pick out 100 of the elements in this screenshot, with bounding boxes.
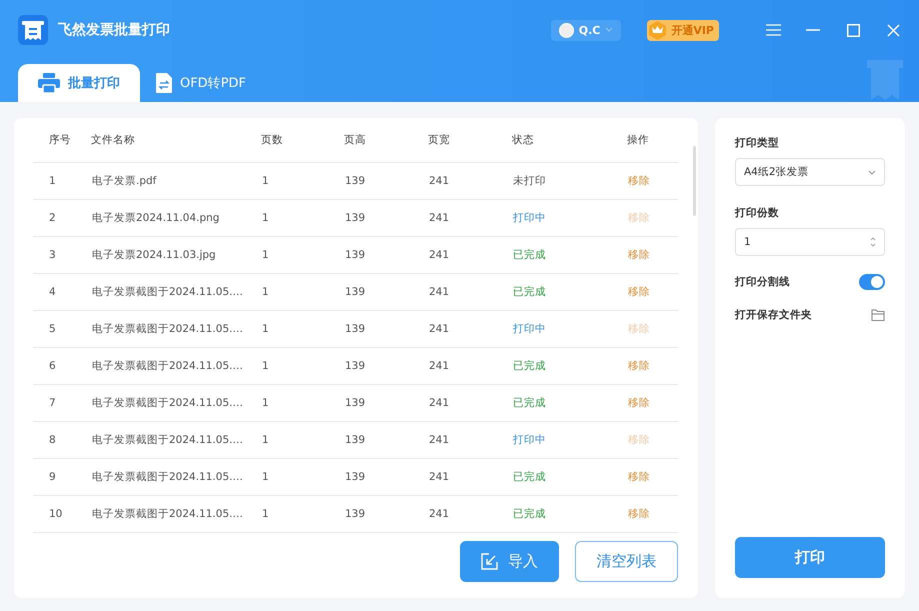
table-cell: 10 <box>49 508 62 520</box>
column-header: 页高 <box>344 118 428 162</box>
file-convert-icon <box>156 73 172 93</box>
copies-input[interactable]: 1 <box>735 228 885 256</box>
table-cell: 139 <box>345 286 366 298</box>
table-cell: 241 <box>429 434 450 446</box>
column-header: 文件名称 <box>91 118 261 162</box>
table-cell: 139 <box>345 212 366 224</box>
vip-button[interactable]: 开通VIP <box>647 20 719 40</box>
table-cell: 1 <box>262 360 269 372</box>
print-type-label: 打印类型 <box>735 136 780 150</box>
remove-link[interactable]: 移除 <box>628 286 650 298</box>
status-text: 打印中 <box>513 434 546 446</box>
user-menu[interactable]: Q.C <box>550 20 622 40</box>
file-name: 电子发票截图于2024.11.05.… <box>92 360 243 372</box>
remove-link[interactable]: 移除 <box>628 174 650 186</box>
table-cell: 241 <box>429 508 450 520</box>
table-cell: 241 <box>429 174 450 186</box>
status-text: 打印中 <box>513 212 546 224</box>
close-button[interactable] <box>885 22 901 38</box>
table-cell: 1 <box>262 434 269 446</box>
table-cell: 139 <box>345 322 366 334</box>
print-type-select[interactable]: A4纸2张发票 <box>735 158 885 186</box>
table-cell: 1 <box>262 174 269 186</box>
close-icon <box>886 24 900 36</box>
import-button[interactable]: 导入 <box>460 540 559 582</box>
tab[interactable]: 批量打印 <box>18 64 140 102</box>
menu-button[interactable] <box>765 22 781 38</box>
status-text: 已完成 <box>513 396 546 408</box>
receipt-watermark-icon <box>865 58 905 102</box>
table-cell: 139 <box>345 470 366 482</box>
table-cell: 1 <box>262 322 269 334</box>
open-folder-label: 打开保存文件夹 <box>735 308 812 322</box>
clear-list-button[interactable]: 清空列表 <box>575 540 678 582</box>
remove-link[interactable]: 移除 <box>628 360 650 372</box>
remove-link[interactable]: 移除 <box>628 470 650 482</box>
table-cell: 1 <box>262 396 269 408</box>
table-cell: 241 <box>429 470 450 482</box>
table-cell: 139 <box>345 508 366 520</box>
table-cell: 1 <box>262 508 269 520</box>
chevron-down-icon <box>868 170 876 174</box>
crown-icon <box>647 20 668 40</box>
table-cell: 241 <box>429 248 450 260</box>
file-name: 电子发票2024.11.03.jpg <box>92 248 216 260</box>
file-name: 电子发票截图于2024.11.05.… <box>92 434 243 446</box>
status-text: 已完成 <box>513 360 546 372</box>
table-cell: 2 <box>49 212 56 224</box>
receipt-logo-icon <box>18 15 48 45</box>
scrollbar[interactable] <box>693 146 696 216</box>
tab[interactable]: OFD转PDF <box>140 64 262 102</box>
status-text: 已完成 <box>513 470 546 482</box>
spinner-icon <box>870 236 876 248</box>
print-button[interactable]: 打印 <box>735 537 885 578</box>
table-cell: 1 <box>262 286 269 298</box>
table-cell: 4 <box>49 286 56 298</box>
table-cell: 1 <box>49 174 56 186</box>
file-name: 电子发票截图于2024.11.05.… <box>92 322 243 334</box>
column-header: 状态 <box>512 118 627 162</box>
table-cell: 3 <box>49 248 56 260</box>
table-cell: 241 <box>429 396 450 408</box>
file-name: 电子发票.pdf <box>92 174 156 186</box>
status-text: 已完成 <box>513 286 546 298</box>
table-cell: 139 <box>345 248 366 260</box>
column-header: 序号 <box>33 118 91 162</box>
table-cell: 8 <box>49 434 56 446</box>
table-cell: 241 <box>429 286 450 298</box>
file-name: 电子发票截图于2024.11.05.… <box>92 508 243 520</box>
app-title: 飞然发票批量打印 <box>58 21 170 39</box>
chevron-down-icon <box>605 27 614 33</box>
toggle-switch[interactable] <box>859 274 885 290</box>
table-cell: 5 <box>49 322 56 334</box>
table-cell: 9 <box>49 470 56 482</box>
table-cell: 1 <box>262 248 269 260</box>
remove-link[interactable]: 移除 <box>628 248 650 260</box>
file-name: 电子发票截图于2024.11.05.… <box>92 470 243 482</box>
maximize-button[interactable] <box>845 22 861 38</box>
status-text: 未打印 <box>513 174 546 186</box>
printer-icon <box>38 73 60 93</box>
column-header: 页数 <box>261 118 344 162</box>
table-cell: 6 <box>49 360 56 372</box>
folder-icon[interactable] <box>871 309 885 321</box>
copies-label: 打印份数 <box>735 206 780 220</box>
column-header: 操作 <box>627 118 678 162</box>
table-cell: 139 <box>345 360 366 372</box>
remove-link[interactable]: 移除 <box>628 508 650 520</box>
table-cell: 7 <box>49 396 56 408</box>
divider-line-label: 打印分割线 <box>735 275 790 289</box>
table-cell: 241 <box>429 360 450 372</box>
status-text: 已完成 <box>513 248 546 260</box>
file-name: 电子发票截图于2024.11.05.… <box>92 286 243 298</box>
file-name: 电子发票2024.11.04.png <box>92 212 220 224</box>
table-cell: 241 <box>429 212 450 224</box>
column-header: 页宽 <box>428 118 512 162</box>
maximize-icon <box>846 24 860 36</box>
table-cell: 139 <box>345 174 366 186</box>
avatar-icon <box>558 22 574 38</box>
remove-link[interactable]: 移除 <box>628 396 650 408</box>
status-text: 打印中 <box>513 322 546 334</box>
file-name: 电子发票截图于2024.11.05.… <box>92 396 243 408</box>
import-icon <box>481 552 498 570</box>
